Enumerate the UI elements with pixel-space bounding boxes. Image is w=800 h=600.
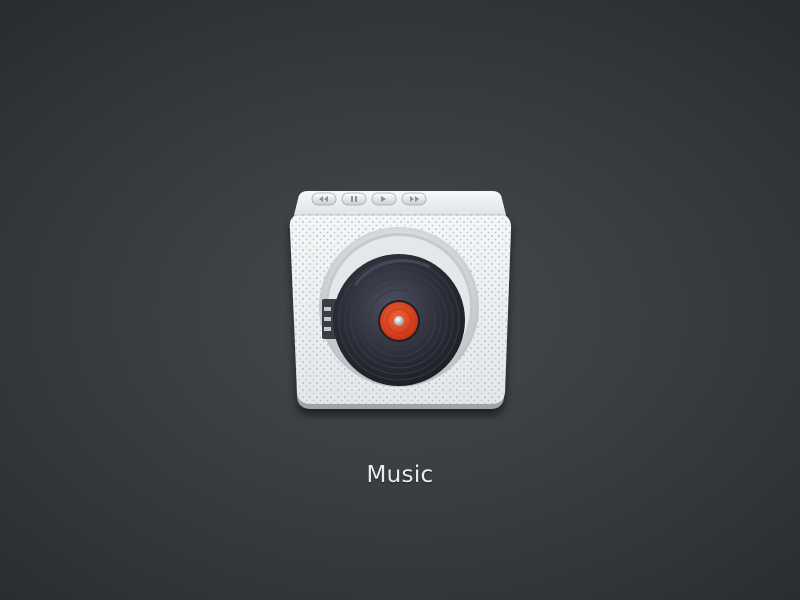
music-app-icon[interactable] xyxy=(280,185,520,420)
pause-button[interactable] xyxy=(341,192,367,206)
play-button[interactable] xyxy=(371,192,397,206)
fast-forward-button[interactable] xyxy=(401,192,427,206)
app-label: Music xyxy=(366,462,434,488)
rewind-button[interactable] xyxy=(311,192,337,206)
spindle xyxy=(394,316,404,326)
music-player-icon xyxy=(289,191,512,409)
vinyl-record xyxy=(333,254,465,386)
